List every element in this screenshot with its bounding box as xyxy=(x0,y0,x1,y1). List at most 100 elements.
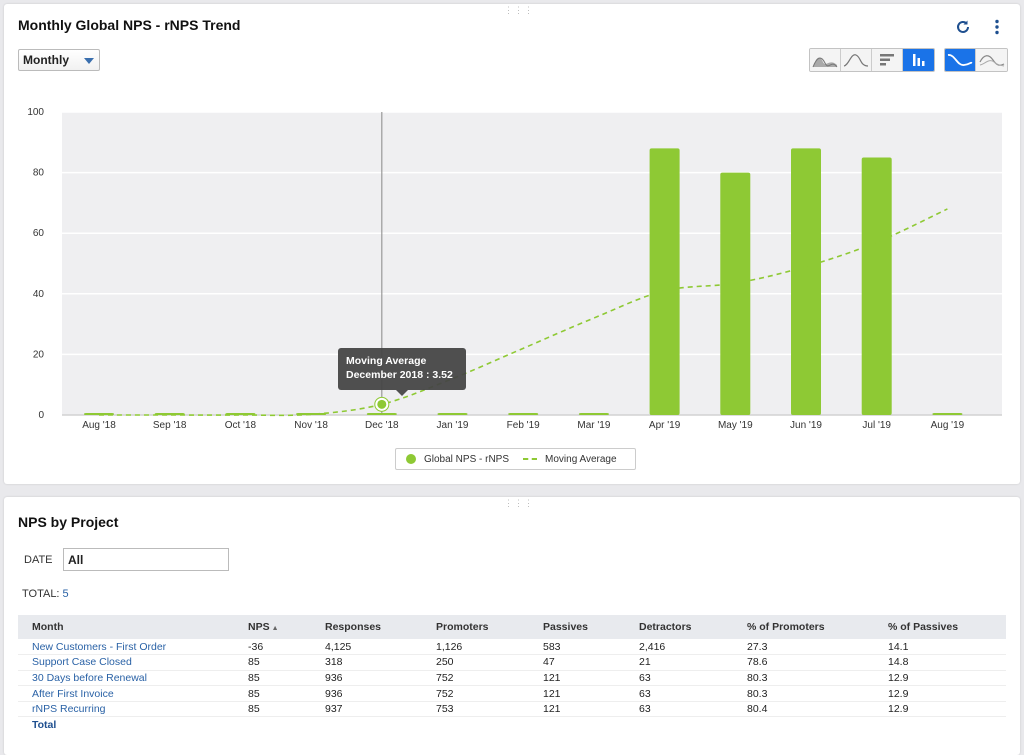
bar xyxy=(649,148,680,416)
bar xyxy=(791,148,821,416)
project-link[interactable]: 30 Days before Renewal xyxy=(18,670,234,687)
tooltip-title: Moving Average xyxy=(346,355,427,367)
table-cell xyxy=(733,717,874,733)
table-cell: 85 xyxy=(234,685,311,702)
column-header-month[interactable]: Month xyxy=(18,615,234,639)
table-cell: 1,126 xyxy=(422,639,529,656)
table-cell: 80.4 xyxy=(733,701,874,718)
table-cell: 63 xyxy=(625,670,733,687)
table-cell: 12.9 xyxy=(874,670,1006,687)
project-link[interactable]: New Customers - First Order xyxy=(18,639,234,656)
column-header-detractors[interactable]: Detractors xyxy=(625,615,733,639)
table-cell xyxy=(234,717,311,733)
x-tick-label: May '19 xyxy=(718,420,753,431)
x-tick-label: Sep '18 xyxy=(153,420,187,431)
date-filter-input[interactable] xyxy=(63,548,229,571)
total-count-line: TOTAL: 5 xyxy=(22,588,69,600)
project-link[interactable]: After First Invoice xyxy=(18,685,234,702)
trend-panel: ⋮⋮⋮ Monthly Global NPS - rNPS Trend Mont… xyxy=(4,4,1020,484)
x-tick-label: Aug '18 xyxy=(82,420,116,431)
table-cell: 14.1 xyxy=(874,639,1006,656)
table-row: Support Case Closed 85 318 250 47 21 78.6 14.8 xyxy=(18,654,1006,671)
table-row: New Customers - First Order -36 4,125 1,126… xyxy=(18,639,1006,656)
table-cell: 250 xyxy=(422,654,529,671)
tooltip-value: December 2018 : 3.52 xyxy=(346,369,453,381)
table-cell: 937 xyxy=(311,701,422,718)
x-tick-label: Nov '18 xyxy=(294,420,328,431)
table-cell: -36 xyxy=(234,639,311,656)
x-tick-label: Jan '19 xyxy=(437,420,469,431)
project-link[interactable]: Support Case Closed xyxy=(18,654,234,671)
table-cell: 80.3 xyxy=(733,685,874,702)
panel-drag-handle[interactable]: ⋮⋮⋮ xyxy=(504,499,533,508)
total-row-label[interactable]: Total xyxy=(18,717,234,733)
table-cell: 752 xyxy=(422,670,529,687)
column-header-label: Promoters xyxy=(436,621,489,633)
column-header-nps[interactable]: NPS ▲ xyxy=(234,615,311,639)
bar xyxy=(861,157,892,415)
x-tick-label: Jun '19 xyxy=(790,420,822,431)
column-header-label: % of Promoters xyxy=(747,621,825,633)
table-cell xyxy=(311,717,422,733)
table-cell: 12.9 xyxy=(874,701,1006,718)
column-header-responses[interactable]: Responses xyxy=(311,615,422,639)
total-label: TOTAL: xyxy=(22,588,60,600)
x-tick-label: Apr '19 xyxy=(649,420,681,431)
column-header-passives[interactable]: Passives xyxy=(529,615,625,639)
legend-label: Moving Average xyxy=(545,453,617,465)
table-cell: 2,416 xyxy=(625,639,733,656)
table-cell: 21 xyxy=(625,654,733,671)
chart-tooltip: Moving Average December 2018 : 3.52 xyxy=(338,348,466,396)
table-cell: 78.6 xyxy=(733,654,874,671)
legend-item-global-nps[interactable]: Global NPS - rNPS xyxy=(406,454,509,465)
y-tick-label: 0 xyxy=(38,410,44,421)
column-header-promoters[interactable]: Promoters xyxy=(422,615,529,639)
y-tick-label: 60 xyxy=(33,228,45,239)
table-cell xyxy=(422,717,529,733)
table-cell xyxy=(874,717,1006,733)
table-cell: 85 xyxy=(234,701,311,718)
table-cell: 121 xyxy=(529,701,625,718)
table-cell: 63 xyxy=(625,685,733,702)
legend-line-swatch xyxy=(523,458,538,460)
column-header-label: Responses xyxy=(325,621,382,633)
table-cell: 4,125 xyxy=(311,639,422,656)
table-cell: 121 xyxy=(529,685,625,702)
project-table: Month NPS ▲ Responses Promoters Passives … xyxy=(18,615,1006,733)
table-cell: 318 xyxy=(311,654,422,671)
table-row: After First Invoice 85 936 752 121 63 80.3 12.9 xyxy=(18,685,1006,702)
table-cell: 85 xyxy=(234,654,311,671)
table-cell: 47 xyxy=(529,654,625,671)
column-header-label: % of Passives xyxy=(888,621,959,633)
table-row: 30 Days before Renewal 85 936 752 121 63 80.3 1… xyxy=(18,670,1006,687)
table-cell: 14.8 xyxy=(874,654,1006,671)
table-body: New Customers - First Order -36 4,125 1,126… xyxy=(18,639,1006,733)
column-header-label: Month xyxy=(32,621,64,633)
project-link[interactable]: rNPS Recurring xyxy=(18,701,234,718)
x-tick-label: Feb '19 xyxy=(507,420,540,431)
date-filter-label: DATE xyxy=(24,554,53,566)
column-header-pct-passives[interactable]: % of Passives xyxy=(874,615,1006,639)
column-header-label: NPS xyxy=(248,621,270,633)
x-tick-label: Aug '19 xyxy=(931,420,965,431)
nps-by-project-panel: ⋮⋮⋮ NPS by Project DATE TOTAL:5 Month NP… xyxy=(4,497,1020,755)
table-cell: 63 xyxy=(625,701,733,718)
y-tick-label: 20 xyxy=(33,349,45,360)
column-header-label: Passives xyxy=(543,621,588,633)
legend-item-moving-average[interactable]: Moving Average xyxy=(523,454,617,465)
table-cell: 583 xyxy=(529,639,625,656)
chart-legend: Global NPS - rNPS Moving Average xyxy=(395,448,636,470)
plot-area xyxy=(62,112,1002,415)
table-cell: 27.3 xyxy=(733,639,874,656)
legend-bar-swatch xyxy=(406,454,416,464)
column-header-pct-promoters[interactable]: % of Promoters xyxy=(733,615,874,639)
legend-label: Global NPS - rNPS xyxy=(424,453,510,465)
table-cell: 936 xyxy=(311,685,422,702)
table-cell: 12.9 xyxy=(874,685,1006,702)
x-tick-label: Oct '18 xyxy=(225,420,257,431)
column-header-label: Detractors xyxy=(639,621,692,633)
table-total-row: Total xyxy=(18,717,1006,733)
hover-point xyxy=(377,399,387,409)
table-cell: 753 xyxy=(422,701,529,718)
total-count[interactable]: 5 xyxy=(63,588,69,600)
